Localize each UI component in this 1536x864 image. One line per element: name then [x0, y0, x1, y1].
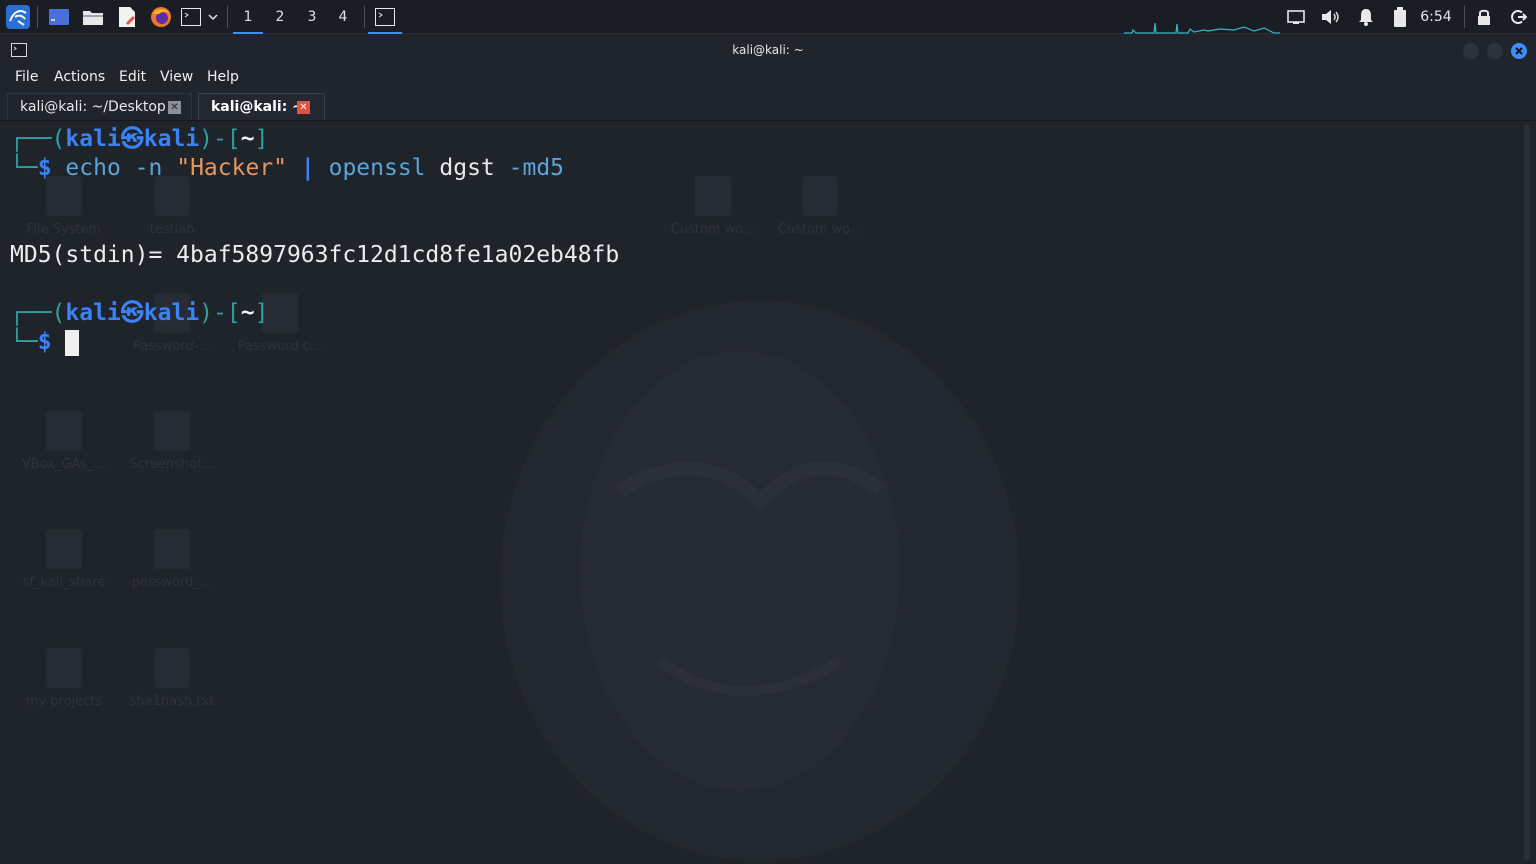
prompt-user: kali — [65, 300, 121, 326]
taskbar: 1 2 3 4 6:54 — [0, 0, 1536, 34]
command-string: "Hacker" — [176, 155, 288, 181]
desktop-icon-share: sf_kali_share — [9, 529, 119, 590]
tab-close-button[interactable]: ✕ — [168, 101, 181, 114]
desktop-icon-custom-2: Custom wo... — [765, 176, 875, 237]
menu-view[interactable]: View — [160, 65, 193, 91]
clock[interactable]: 6:54 — [1414, 0, 1458, 34]
network-icon — [1287, 10, 1305, 24]
command-dgst: dgst — [439, 155, 495, 181]
text-editor-icon — [119, 7, 135, 27]
file-manager-button[interactable] — [79, 0, 107, 34]
desktop-icon-sha1hash: sha1hash.txt — [117, 648, 227, 709]
prompt-host: kali — [143, 300, 200, 326]
speaker-icon — [1322, 10, 1339, 24]
kali-menu-button[interactable] — [4, 0, 32, 34]
command-pipe: | — [300, 155, 315, 181]
command-line: └─$ echo -n "Hacker" | openssl dgst -md5 — [10, 155, 565, 181]
show-desktop-button[interactable] — [45, 0, 73, 34]
wallpaper-mask-image — [500, 301, 1020, 861]
menu-bar: File Actions Edit View Help — [0, 65, 1536, 91]
menu-edit[interactable]: Edit — [119, 65, 146, 91]
tab-home[interactable]: kali@kali: ~ ✕ — [198, 93, 325, 120]
logout-button[interactable] — [1506, 0, 1532, 34]
prompt-line: ┌──(kali㉿kali)-[~] — [10, 300, 269, 326]
bell-icon — [1359, 9, 1373, 26]
command-output: MD5(stdin)= 4baf5897963fc12d1cd8fe1a02eb… — [10, 242, 620, 268]
window-titlebar[interactable]: kali@kali: ~ — [0, 35, 1536, 65]
desktop-icon-vbox: VBox_GAs_... — [9, 411, 119, 472]
desktop-icon-custom-1: Custom wo... — [658, 176, 768, 237]
prompt-symbol: $ — [37, 329, 52, 355]
kali-dragon-icon — [6, 5, 30, 29]
close-icon — [1515, 47, 1523, 55]
prompt-host: kali — [143, 126, 200, 152]
desktop-icon-projects: my projects — [9, 648, 119, 709]
workspace-2[interactable]: 2 — [265, 0, 295, 34]
minimize-button[interactable] — [1463, 43, 1479, 59]
desktop-icon — [49, 9, 69, 25]
terminal-view[interactable]: File System testlab Custom wo... Custom … — [0, 121, 1536, 864]
notifications-button[interactable] — [1354, 0, 1378, 34]
prompt-symbol: $ — [37, 155, 52, 181]
prompt-dir: ~ — [240, 126, 255, 152]
taskbar-terminal-window[interactable] — [368, 0, 402, 34]
battery-button[interactable] — [1388, 0, 1412, 34]
maximize-button[interactable] — [1487, 43, 1503, 59]
network-button[interactable] — [1284, 0, 1308, 34]
firefox-button[interactable] — [147, 0, 175, 34]
menu-help[interactable]: Help — [207, 65, 239, 91]
prompt-user: kali — [65, 126, 121, 152]
window-title: kali@kali: ~ — [732, 43, 804, 57]
tab-label: kali@kali: ~ — [211, 99, 304, 115]
tab-label: kali@kali: ~/Desktop — [20, 99, 166, 115]
desktop-icon-testlab: testlab — [117, 176, 227, 237]
command-echo: echo — [65, 155, 121, 181]
logout-icon — [1511, 10, 1527, 24]
terminal-launcher-button[interactable] — [179, 0, 203, 34]
folder-icon — [83, 11, 103, 25]
cpu-graph — [1124, 22, 1280, 34]
battery-icon — [1394, 7, 1406, 27]
text-cursor — [65, 329, 80, 356]
command-openssl: openssl — [328, 155, 426, 181]
terminal-icon — [375, 8, 395, 26]
close-window-button[interactable] — [1511, 43, 1527, 59]
tab-desktop[interactable]: kali@kali: ~/Desktop ✕ — [7, 93, 192, 120]
tab-close-button[interactable]: ✕ — [297, 101, 310, 114]
input-line[interactable]: └─$ — [10, 327, 80, 357]
prompt-dir: ~ — [240, 300, 255, 326]
workspace-1[interactable]: 1 — [233, 0, 263, 34]
lock-screen-button[interactable] — [1472, 0, 1496, 34]
firefox-icon — [151, 7, 171, 27]
volume-button[interactable] — [1318, 0, 1342, 34]
tab-bar: kali@kali: ~/Desktop ✕ kali@kali: ~ ✕ — [0, 91, 1536, 121]
command-flag-md5: -md5 — [508, 155, 565, 181]
chevron-down-icon — [208, 14, 218, 21]
terminal-scrollbar[interactable] — [1524, 124, 1530, 860]
text-editor-button[interactable] — [113, 0, 141, 34]
workspace-3[interactable]: 3 — [297, 0, 327, 34]
menu-file[interactable]: File — [15, 65, 38, 91]
terminal-icon — [181, 8, 201, 26]
command-flag-n: -n — [134, 155, 163, 181]
workspace-4[interactable]: 4 — [328, 0, 358, 34]
prompt-line: ┌──(kali㉿kali)-[~] — [10, 126, 269, 152]
lock-icon — [1478, 9, 1490, 25]
desktop-icon-screenshot: Screenshot... — [117, 411, 227, 472]
menu-actions[interactable]: Actions — [54, 65, 105, 91]
desktop-icon-file-system: File System — [9, 176, 119, 237]
terminal-launcher-dropdown[interactable] — [205, 0, 221, 34]
desktop-icon-password-3: password_... — [117, 529, 227, 590]
